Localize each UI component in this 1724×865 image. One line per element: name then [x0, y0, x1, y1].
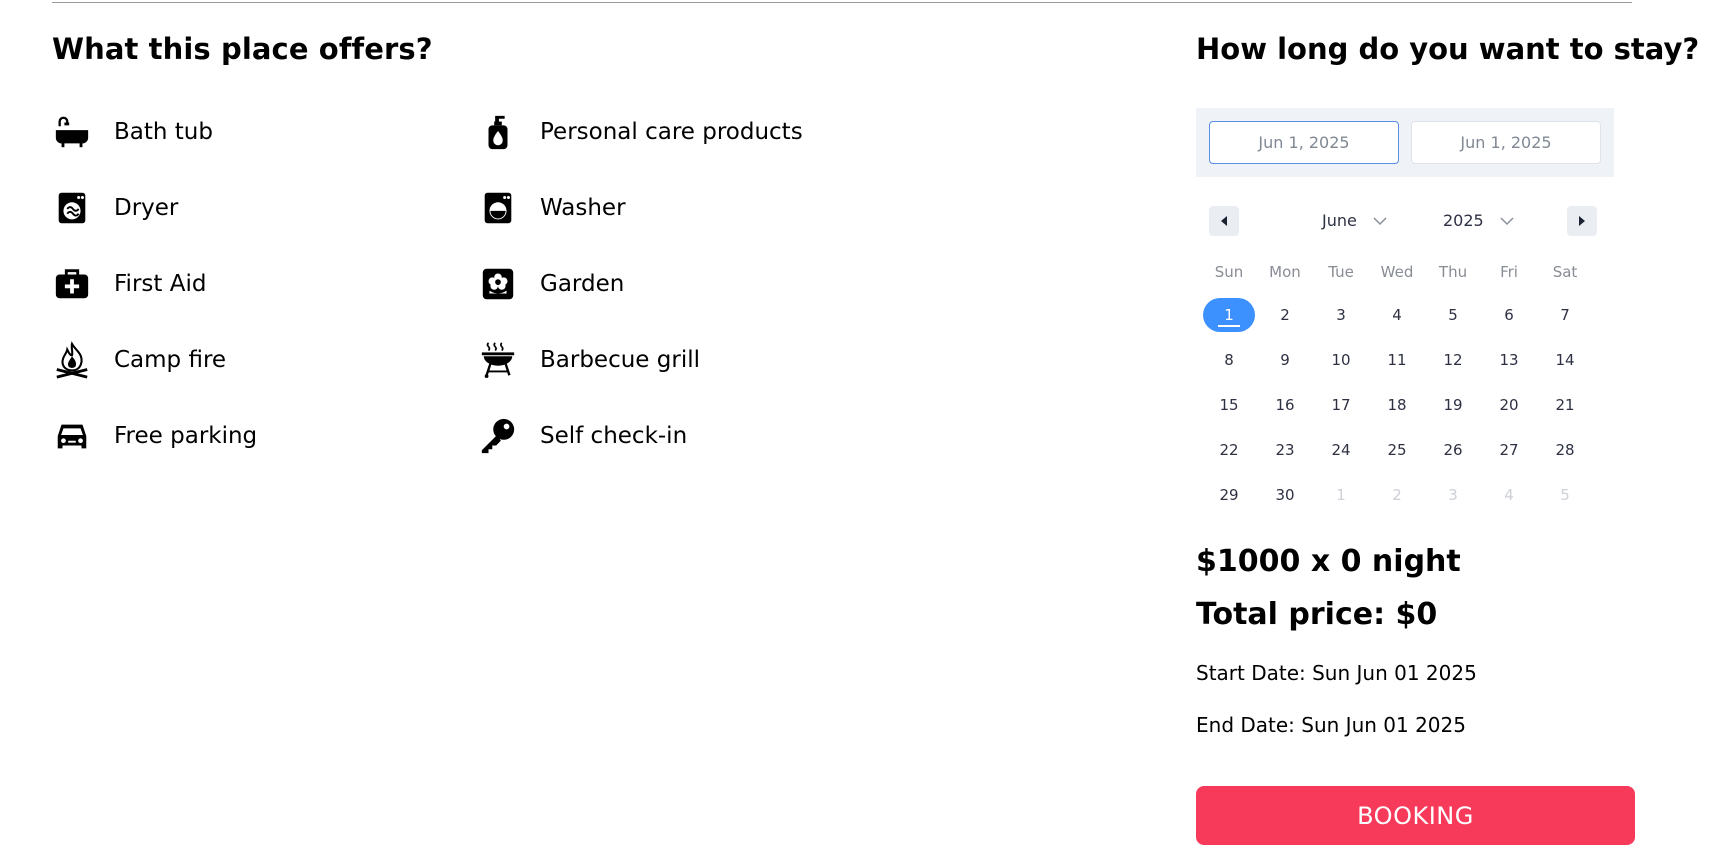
key-icon — [478, 416, 518, 456]
chevron-down-icon — [1373, 216, 1387, 225]
amenity-label: Bath tub — [114, 119, 213, 145]
booking-button[interactable]: BOOKING — [1196, 786, 1635, 845]
chevron-down-icon — [1500, 216, 1514, 225]
calendar-day[interactable]: 10 — [1315, 343, 1367, 377]
calendar-day-selected[interactable]: 1 — [1203, 298, 1255, 332]
amenity-item: Garden — [478, 262, 624, 306]
amenity-item: Dryer — [52, 186, 178, 230]
car-icon — [52, 416, 92, 456]
calendar-day-next-month[interactable]: 2 — [1371, 478, 1423, 512]
weekday-label: Fri — [1500, 263, 1518, 281]
calendar-day-next-month[interactable]: 1 — [1315, 478, 1367, 512]
start-date-text: Start Date: Sun Jun 01 2025 — [1196, 661, 1477, 685]
amenity-item: Camp fire — [52, 338, 226, 382]
calendar-day[interactable]: 27 — [1483, 433, 1535, 467]
amenity-item: First Aid — [52, 262, 206, 306]
weekday-label: Tue — [1328, 263, 1354, 281]
calendar-day[interactable]: 23 — [1259, 433, 1311, 467]
calendar-day[interactable]: 2 — [1259, 298, 1311, 332]
amenity-label: Washer — [540, 195, 626, 221]
calendar-day[interactable]: 25 — [1371, 433, 1423, 467]
offers-title: What this place offers? — [52, 32, 433, 66]
calendar-day[interactable]: 16 — [1259, 388, 1311, 422]
calendar-day[interactable]: 5 — [1427, 298, 1479, 332]
amenity-label: Garden — [540, 271, 625, 297]
calendar-day[interactable]: 21 — [1539, 388, 1591, 422]
month-select[interactable]: June — [1322, 211, 1387, 230]
amenity-label: Free parking — [114, 423, 258, 449]
year-value: 2025 — [1443, 211, 1484, 230]
price-per-night: $1000 x 0 night — [1196, 544, 1461, 579]
calendar-day-next-month[interactable]: 5 — [1539, 478, 1591, 512]
calendar-day[interactable]: 19 — [1427, 388, 1479, 422]
year-select[interactable]: 2025 — [1443, 211, 1514, 230]
first-aid-icon — [52, 264, 92, 304]
calendar-day[interactable]: 24 — [1315, 433, 1367, 467]
calendar-day[interactable]: 30 — [1259, 478, 1311, 512]
washer-icon — [478, 188, 518, 228]
calendar-day[interactable]: 12 — [1427, 343, 1479, 377]
calendar-day[interactable]: 9 — [1259, 343, 1311, 377]
amenity-item: Barbecue grill — [478, 338, 700, 382]
amenity-item: Free parking — [52, 414, 257, 458]
calendar-day[interactable]: 17 — [1315, 388, 1367, 422]
calendar-day[interactable]: 22 — [1203, 433, 1255, 467]
month-value: June — [1322, 211, 1357, 230]
calendar-day[interactable]: 11 — [1371, 343, 1423, 377]
top-divider — [52, 2, 1632, 3]
amenity-label: Camp fire — [114, 347, 227, 373]
calendar-day[interactable]: 15 — [1203, 388, 1255, 422]
calendar-day[interactable]: 29 — [1203, 478, 1255, 512]
calendar-day[interactable]: 18 — [1371, 388, 1423, 422]
caret-left-icon — [1221, 216, 1227, 226]
calendar-day[interactable]: 14 — [1539, 343, 1591, 377]
calendar-day[interactable]: 26 — [1427, 433, 1479, 467]
calendar-day-next-month[interactable]: 4 — [1483, 478, 1535, 512]
stay-title: How long do you want to stay? — [1196, 32, 1700, 66]
calendar-day[interactable]: 6 — [1483, 298, 1535, 332]
calendar-day[interactable]: 4 — [1371, 298, 1423, 332]
date-range-bar: Jun 1, 2025 Jun 1, 2025 — [1196, 108, 1614, 177]
amenity-item: Self check-in — [478, 414, 687, 458]
calendar-day[interactable]: 3 — [1315, 298, 1367, 332]
amenity-label: Personal care products — [540, 119, 803, 145]
end-date-input[interactable]: Jun 1, 2025 — [1411, 121, 1601, 164]
garden-icon — [478, 264, 518, 304]
amenity-label: Self check-in — [540, 423, 688, 449]
previous-month-button[interactable] — [1209, 206, 1239, 236]
soap-bottle-icon — [478, 112, 518, 152]
end-date-text: End Date: Sun Jun 01 2025 — [1196, 713, 1466, 737]
calendar-day[interactable]: 20 — [1483, 388, 1535, 422]
day-number: 1 — [1224, 306, 1234, 324]
amenity-label: First Aid — [114, 271, 207, 297]
weekday-label: Thu — [1438, 263, 1468, 281]
weekday-label: Wed — [1380, 263, 1414, 281]
amenity-label: Barbecue grill — [540, 347, 700, 373]
calendar-day[interactable]: 28 — [1539, 433, 1591, 467]
amenity-item: Washer — [478, 186, 626, 230]
barbecue-grill-icon — [478, 340, 518, 380]
calendar-day[interactable]: 8 — [1203, 343, 1255, 377]
camp-fire-icon — [52, 340, 92, 380]
calendar-day[interactable]: 13 — [1483, 343, 1535, 377]
total-price: Total price: $0 — [1196, 597, 1438, 632]
today-underline — [1218, 325, 1240, 327]
calendar-day[interactable]: 7 — [1539, 298, 1591, 332]
amenity-label: Dryer — [114, 195, 179, 221]
start-date-input[interactable]: Jun 1, 2025 — [1209, 121, 1399, 164]
weekday-label: Sun — [1214, 263, 1244, 281]
dryer-icon — [52, 188, 92, 228]
weekday-label: Mon — [1269, 263, 1301, 281]
weekday-label: Sat — [1552, 263, 1578, 281]
calendar-day-next-month[interactable]: 3 — [1427, 478, 1479, 512]
amenity-item: Personal care products — [478, 110, 803, 154]
next-month-button[interactable] — [1567, 206, 1597, 236]
caret-right-icon — [1579, 216, 1585, 226]
bath-tub-icon — [52, 112, 92, 152]
amenity-item: Bath tub — [52, 110, 213, 154]
